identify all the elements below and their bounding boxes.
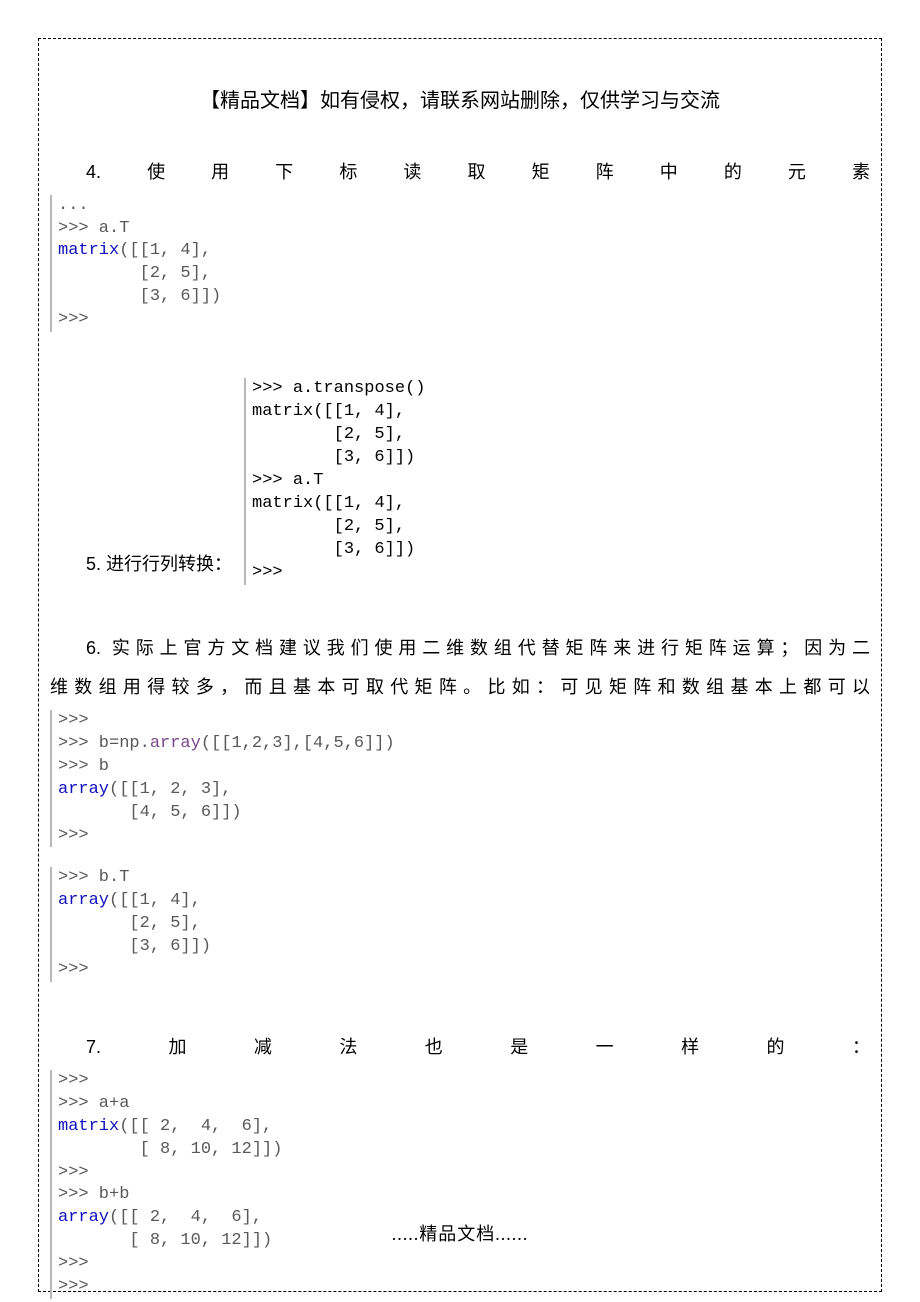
code-line: >>> a+a: [58, 1094, 129, 1113]
code-line: [4, 5, 6]]): [58, 803, 242, 822]
code-line: ([[1, 4],: [313, 402, 405, 421]
code-line: ([[ 2, 4, 6],: [119, 1117, 272, 1136]
code-line: [2, 5],: [58, 914, 201, 933]
code-line: matrix: [252, 402, 313, 421]
code-line: array: [58, 891, 109, 910]
code-line: ([[1, 4],: [119, 241, 211, 260]
code-line: [3, 6]]): [58, 937, 211, 956]
code-block-6a: >>> >>> b=np.array([[1,2,3],[4,5,6]]) >>…: [50, 710, 870, 848]
code-block-5: >>> a.transpose() matrix([[1, 4], [2, 5]…: [244, 378, 425, 584]
code-line: >>> b=np.: [58, 734, 150, 753]
code-line: >>>: [58, 1254, 99, 1273]
section-6-line-1: 6. 实际上官方文档建议我们使用二维数组代替矩阵来进行矩阵运算；因为二: [50, 629, 870, 669]
page-footer: .....精品文档......: [0, 1220, 920, 1246]
code-line: ([[1,2,3],[4,5,6]]): [201, 734, 395, 753]
code-line: [3, 6]]): [252, 540, 415, 559]
code-line: >>> b.T: [58, 868, 129, 887]
code-line: [3, 6]]): [252, 448, 415, 467]
code-line: >>>: [58, 960, 99, 979]
code-block-6b: >>> b.T array([[1, 4], [2, 5], [3, 6]]) …: [50, 867, 870, 982]
section-6-line-2: 维数组用得较多，而且基本可取代矩阵。比如：可见矩阵和数组基本上都可以: [50, 668, 870, 708]
code-line: [2, 5],: [58, 264, 211, 283]
code-line: ([[1, 4],: [313, 494, 405, 513]
code-line: matrix: [58, 1117, 119, 1136]
code-line: [ 8, 10, 12]]): [58, 1140, 282, 1159]
code-line: >>>: [58, 1071, 99, 1090]
content-area: 【精品文档】如有侵权，请联系网站删除，仅供学习与交流 4.使用下标读取矩阵中的元…: [50, 50, 870, 1301]
code-line: [3, 6]]): [58, 287, 221, 306]
code-block-4: ... >>> a.T matrix([[1, 4], [2, 5], [3, …: [50, 195, 870, 333]
code-line: >>> a.T: [252, 471, 323, 490]
code-line: >>>: [58, 310, 99, 329]
code-line: >>>: [58, 1277, 99, 1296]
code-line: >>>: [58, 711, 99, 730]
section-4-heading: 4.使用下标读取矩阵中的元素: [50, 153, 870, 193]
section-7-heading: 7.加减法也是一样的：: [50, 1028, 870, 1068]
section-5-row: 5. 进行行列转换： >>> a.transpose() matrix([[1,…: [50, 378, 870, 584]
code-line: matrix: [252, 494, 313, 513]
code-line: ([[1, 2, 3],: [109, 780, 231, 799]
page-title: 【精品文档】如有侵权，请联系网站删除，仅供学习与交流: [50, 84, 870, 113]
code-line: >>>: [58, 826, 99, 845]
section-5-heading: 5. 进行行列转换：: [50, 545, 232, 585]
code-line: matrix: [58, 241, 119, 260]
code-line: >>>: [58, 1163, 99, 1182]
code-line: array: [58, 780, 109, 799]
code-line: >>>: [252, 563, 293, 582]
code-line: >>> b: [58, 757, 109, 776]
code-line: ...: [58, 196, 89, 215]
code-line: transpose: [313, 379, 405, 398]
code-line: ([[1, 4],: [109, 891, 201, 910]
code-block-7: >>> >>> a+a matrix([[ 2, 4, 6], [ 8, 10,…: [50, 1070, 870, 1299]
code-line: >>> a.: [252, 379, 313, 398]
code-line: [2, 5],: [252, 425, 405, 444]
code-line: >>> b+b: [58, 1185, 129, 1204]
code-line: >>> a.T: [58, 219, 129, 238]
code-line: array: [150, 734, 201, 753]
code-line: (): [405, 379, 425, 398]
code-line: [2, 5],: [252, 517, 405, 536]
